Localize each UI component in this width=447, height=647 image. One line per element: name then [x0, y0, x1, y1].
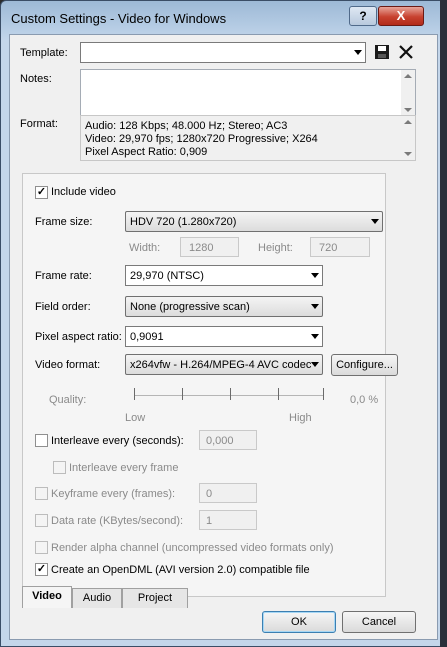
frame-size-value: HDV 720 (1.280x720) — [130, 216, 237, 228]
keyframe-value: 0 — [206, 488, 213, 500]
save-icon[interactable] — [374, 44, 390, 60]
quality-high-label: High — [289, 412, 312, 424]
frame-rate-select[interactable]: 29,970 (NTSC) — [125, 265, 323, 286]
keyframe-input[interactable]: 0 — [199, 483, 257, 503]
scroll-up-icon[interactable] — [404, 74, 412, 78]
notes-scrollbar[interactable] — [401, 70, 415, 116]
quality-low-label: Low — [125, 412, 146, 424]
interleave-seconds-value: 0,000 — [206, 435, 234, 447]
format-lines: Audio: 128 Kbps; 48.000 Hz; Stereo; AC3 … — [85, 120, 318, 159]
chevron-down-icon — [311, 362, 319, 367]
keyframe-label: Keyframe every (frames): — [51, 488, 176, 500]
width-label: Width: — [129, 242, 161, 254]
window-title: Custom Settings - Video for Windows — [11, 11, 227, 26]
quality-slider-tick — [278, 388, 279, 400]
height-value: 720 — [319, 242, 338, 254]
scroll-down-icon[interactable] — [404, 108, 412, 112]
opendml-checkbox[interactable]: ✓ — [35, 563, 48, 576]
delete-x-icon[interactable] — [398, 44, 414, 60]
notes-label: Notes: — [20, 73, 52, 85]
pixel-aspect-select[interactable]: 0,9091 — [125, 326, 323, 347]
interleave-frame-checkbox[interactable] — [53, 461, 66, 474]
quality-value-readout: 0,0 % — [350, 394, 379, 406]
quality-slider-tick — [323, 388, 324, 400]
notes-textarea[interactable] — [80, 69, 416, 117]
tab-project[interactable]: Project — [122, 588, 188, 608]
format-scrollbar[interactable] — [401, 116, 415, 160]
quality-slider-track[interactable] — [134, 395, 324, 396]
video-settings-panel: ✓ Include video Frame size: HDV 720 (1.2… — [22, 173, 398, 597]
tab-audio[interactable]: Audio — [72, 588, 122, 608]
chevron-down-icon — [371, 219, 379, 224]
frame-rate-value: 29,970 (NTSC) — [130, 270, 204, 282]
data-rate-input[interactable]: 1 — [199, 510, 257, 530]
video-format-label: Video format: — [35, 359, 101, 371]
format-line-par: Pixel Aspect Ratio: 0,909 — [85, 146, 208, 158]
render-alpha-label: Render alpha channel (uncompressed video… — [51, 542, 334, 554]
configure-button[interactable]: Configure... — [331, 354, 398, 376]
dialog-client-area: Template: Notes: Format: Audio: 128 Kbps… — [9, 34, 438, 640]
opendml-label: Create an OpenDML (AVI version 2.0) comp… — [51, 564, 310, 576]
tab-video[interactable]: Video — [22, 586, 72, 608]
data-rate-checkbox[interactable] — [35, 514, 48, 527]
dialog-window: Custom Settings - Video for Windows ? X … — [0, 0, 447, 647]
video-format-value: x264vfw - H.264/MPEG-4 AVC codec — [130, 359, 312, 371]
include-video-label: Include video — [51, 186, 116, 198]
video-format-select[interactable]: x264vfw - H.264/MPEG-4 AVC codec — [125, 354, 323, 375]
chevron-down-icon — [311, 273, 319, 278]
template-select[interactable] — [80, 42, 366, 63]
template-label: Template: — [20, 47, 68, 59]
interleave-seconds-input[interactable]: 0,000 — [199, 430, 257, 450]
title-bar[interactable]: Custom Settings - Video for Windows ? X — [1, 1, 446, 33]
interleave-frame-label: Interleave every frame — [69, 462, 179, 474]
height-label: Height: — [258, 242, 293, 254]
pixel-aspect-value: 0,9091 — [130, 331, 164, 343]
ok-button[interactable]: OK — [262, 611, 336, 633]
quality-slider-tick — [230, 388, 231, 400]
interleave-seconds-checkbox[interactable] — [35, 434, 48, 447]
format-line-audio: Audio: 128 Kbps; 48.000 Hz; Stereo; AC3 — [85, 120, 288, 132]
chevron-down-icon — [311, 304, 319, 309]
chevron-down-icon — [311, 334, 319, 339]
include-video-checkbox[interactable]: ✓ — [35, 186, 48, 199]
field-order-label: Field order: — [35, 301, 91, 313]
field-order-select[interactable]: None (progressive scan) — [125, 296, 323, 317]
close-button[interactable]: X — [378, 6, 424, 26]
quality-slider-tick — [182, 388, 183, 400]
scroll-down-icon[interactable] — [404, 152, 412, 156]
help-button[interactable]: ? — [349, 6, 377, 26]
width-value: 1280 — [189, 242, 214, 254]
frame-rate-label: Frame rate: — [35, 270, 92, 282]
format-readonly-box: Audio: 128 Kbps; 48.000 Hz; Stereo; AC3 … — [80, 115, 416, 161]
background-desktop-strip — [440, 0, 447, 647]
render-alpha-checkbox[interactable] — [35, 541, 48, 554]
quality-slider-tick — [134, 388, 135, 400]
scroll-up-icon[interactable] — [404, 120, 412, 124]
pixel-aspect-label: Pixel aspect ratio: — [35, 331, 122, 343]
data-rate-label: Data rate (KBytes/second): — [51, 515, 184, 527]
height-input[interactable]: 720 — [310, 237, 370, 257]
quality-label: Quality: — [49, 394, 87, 406]
data-rate-value: 1 — [206, 515, 213, 527]
field-order-value: None (progressive scan) — [130, 301, 250, 313]
keyframe-checkbox[interactable] — [35, 487, 48, 500]
format-label: Format: — [20, 118, 58, 130]
chevron-down-icon — [354, 50, 362, 55]
interleave-seconds-label: Interleave every (seconds): — [51, 435, 184, 447]
width-input[interactable]: 1280 — [180, 237, 239, 257]
cancel-button[interactable]: Cancel — [342, 611, 416, 633]
format-line-video: Video: 29,970 fps; 1280x720 Progressive;… — [85, 133, 318, 145]
frame-size-label: Frame size: — [35, 216, 93, 228]
frame-size-select[interactable]: HDV 720 (1.280x720) — [125, 211, 383, 232]
